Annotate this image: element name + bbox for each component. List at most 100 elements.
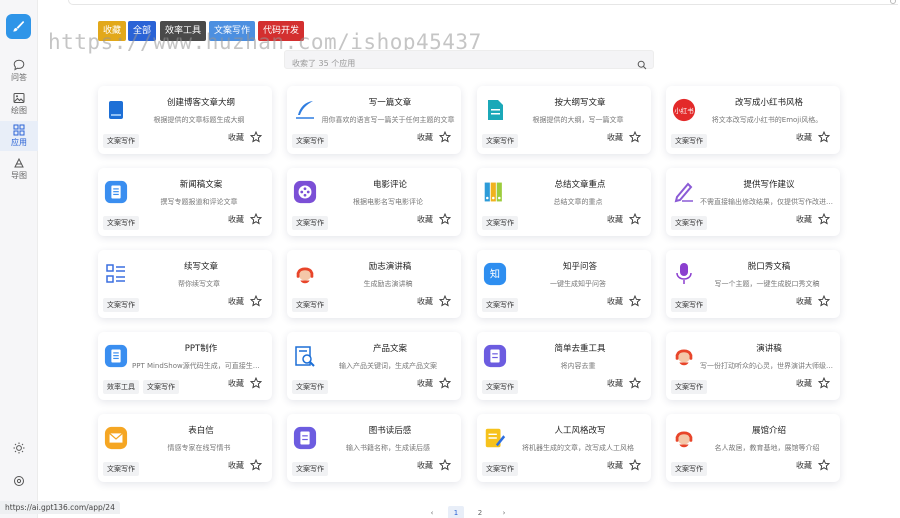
favorite-label[interactable]: 收藏: [417, 132, 433, 143]
favorite-label[interactable]: 收藏: [417, 296, 433, 307]
favorite-label[interactable]: 收藏: [607, 296, 623, 307]
star-icon[interactable]: [817, 456, 831, 475]
microphone-icon: [672, 262, 696, 286]
star-icon[interactable]: [817, 128, 831, 147]
star-icon[interactable]: [817, 210, 831, 229]
app-card[interactable]: 知 知乎问答 一键生成知乎问答 文案写作 收藏: [477, 250, 651, 318]
star-icon[interactable]: [628, 374, 642, 393]
star-icon[interactable]: [249, 292, 263, 311]
favorite-label[interactable]: 收藏: [228, 460, 244, 471]
star-icon[interactable]: [438, 210, 452, 229]
app-logo[interactable]: [6, 14, 31, 39]
star-icon[interactable]: [817, 292, 831, 311]
app-card-tags: 文案写作: [482, 134, 518, 148]
star-icon[interactable]: [438, 456, 452, 475]
star-icon[interactable]: [628, 292, 642, 311]
search-icon[interactable]: [637, 55, 647, 74]
app-card[interactable]: 总结文章重点 总结文章的重点 文案写作 收藏: [477, 168, 651, 236]
app-card-description: 写一个主题，一键生成脱口秀文稿: [714, 280, 820, 288]
app-card-tags: 文案写作: [292, 134, 328, 148]
favorite-label[interactable]: 收藏: [796, 132, 812, 143]
star-icon[interactable]: [438, 128, 452, 147]
app-card-description: 将内容去重: [560, 362, 596, 370]
favorite-label[interactable]: 收藏: [417, 378, 433, 389]
tag-efficiency-tools[interactable]: 效率工具: [160, 21, 207, 41]
app-card[interactable]: 励志演讲稿 生成励志演讲稿 文案写作 收藏: [287, 250, 461, 318]
favorite-label[interactable]: 收藏: [228, 378, 244, 389]
sidebar-item-label: 导图: [11, 171, 27, 180]
favorite-label[interactable]: 收藏: [607, 132, 623, 143]
app-card[interactable]: 人工风格改写 将机器生成的文章，改写成人工风格 文案写作 收藏: [477, 414, 651, 482]
app-card[interactable]: 图书读后感 输入书籍名称，生成读后感 文案写作 收藏: [287, 414, 461, 482]
app-card[interactable]: 表白信 情感专家在线写情书 文案写作 收藏: [98, 414, 272, 482]
prev-page-button[interactable]: ‹: [424, 506, 440, 518]
sidebar-item-apps[interactable]: 应用: [0, 121, 38, 151]
app-card[interactable]: 创建博客文章大纲 根据提供的文章标题生成大纲 文案写作 收藏: [98, 86, 272, 154]
app-card-tags: 文案写作: [671, 380, 707, 394]
app-card[interactable]: 新闻稿文案 撰写专题报道和评论文章 文案写作 收藏: [98, 168, 272, 236]
favorite-label[interactable]: 收藏: [417, 214, 433, 225]
category-chip: 文案写作: [292, 462, 328, 476]
sun-icon: [13, 442, 25, 454]
star-icon[interactable]: [438, 374, 452, 393]
app-card[interactable]: 电影评论 根据电影名写电影评论 文案写作 收藏: [287, 168, 461, 236]
headset-icon: [293, 262, 317, 286]
favorite-label[interactable]: 收藏: [228, 214, 244, 225]
search-input[interactable]: [285, 55, 625, 72]
theme-toggle[interactable]: [0, 442, 38, 454]
favorite-label[interactable]: 收藏: [796, 460, 812, 471]
pen-icon: [672, 180, 696, 204]
category-chip: 文案写作: [482, 298, 518, 312]
star-icon[interactable]: [249, 456, 263, 475]
app-card-title: 励志演讲稿: [368, 262, 412, 272]
category-chip: 文案写作: [482, 216, 518, 230]
app-card[interactable]: 脱口秀文稿 写一个主题，一键生成脱口秀文稿 文案写作 收藏: [666, 250, 840, 318]
page-1-button[interactable]: 1: [448, 506, 464, 518]
app-card-title: 改写成小红书风格: [734, 98, 803, 108]
star-icon[interactable]: [249, 128, 263, 147]
favorite-label[interactable]: 收藏: [417, 460, 433, 471]
tag-favorites[interactable]: 收藏: [98, 21, 127, 41]
next-page-button[interactable]: ›: [496, 506, 512, 518]
star-icon[interactable]: [628, 128, 642, 147]
app-card[interactable]: 产品文案 输入产品关键词，生成产品文案 文案写作 收藏: [287, 332, 461, 400]
star-icon[interactable]: [249, 210, 263, 229]
tag-all[interactable]: 全部: [128, 21, 157, 41]
settings-button[interactable]: [0, 475, 38, 487]
app-card-tags: 文案写作: [292, 462, 328, 476]
favorite-label[interactable]: 收藏: [228, 132, 244, 143]
app-card[interactable]: 演讲稿写一份打动听众的心灵，世界演讲大师级的演讲稿文案写作 收藏: [666, 332, 840, 400]
star-icon[interactable]: [628, 456, 642, 475]
favorite-label[interactable]: 收藏: [607, 378, 623, 389]
sidebar-item-draw[interactable]: 绘图: [0, 89, 38, 119]
app-card[interactable]: 展馆介绍 名人故居，教育基地，展馆等介绍 文案写作 收藏: [666, 414, 840, 482]
favorite-label[interactable]: 收藏: [228, 296, 244, 307]
page-2-button[interactable]: 2: [472, 506, 488, 518]
favorite-label[interactable]: 收藏: [796, 378, 812, 389]
star-icon[interactable]: [249, 374, 263, 393]
app-card[interactable]: 简单去重工具 将内容去重 文案写作 收藏: [477, 332, 651, 400]
favorite-label[interactable]: 收藏: [796, 214, 812, 225]
sidebar-item-mindmap[interactable]: 导图: [0, 154, 38, 184]
star-icon[interactable]: [438, 292, 452, 311]
sidebar-item-chat[interactable]: 问答: [0, 56, 38, 86]
favorite-label[interactable]: 收藏: [607, 214, 623, 225]
star-icon[interactable]: [817, 374, 831, 393]
app-card[interactable]: 提供写作建议 不需直接输出修改结果，仅提供写作改进建议 文案写作 收藏: [666, 168, 840, 236]
app-card-tags: 文案写作: [671, 216, 707, 230]
app-card-title: 按大纲写文章: [554, 98, 606, 108]
app-card-title: 提供写作建议: [743, 180, 795, 190]
category-chip: 文案写作: [103, 462, 139, 476]
favorite-label[interactable]: 收藏: [796, 296, 812, 307]
star-icon[interactable]: [628, 210, 642, 229]
app-card[interactable]: 续写文章 帮你续写文章 文案写作 收藏: [98, 250, 272, 318]
app-card[interactable]: 小红书 改写成小红书风格 将文本改写成小红书的Emoji风格。 文案写作 收藏: [666, 86, 840, 154]
app-card[interactable]: 按大纲写文章 根据提供的大纲，写一篇文章 文案写作 收藏: [477, 86, 651, 154]
app-card[interactable]: PPT制作 PPT MindShow源代码生成，可直接生成PPT 效率工具 文案写作 收…: [98, 332, 272, 400]
app-card-tags: 文案写作: [482, 380, 518, 394]
favorite-label[interactable]: 收藏: [607, 460, 623, 471]
tag-copywriting[interactable]: 文案写作: [209, 21, 256, 41]
tag-code-dev[interactable]: 代码开发: [258, 21, 305, 41]
app-card-description: 根据电影名写电影评论: [353, 198, 423, 206]
app-card[interactable]: 写一篇文章 用你喜欢的语言写一篇关于任何主题的文章 文案写作 收藏: [287, 86, 461, 154]
